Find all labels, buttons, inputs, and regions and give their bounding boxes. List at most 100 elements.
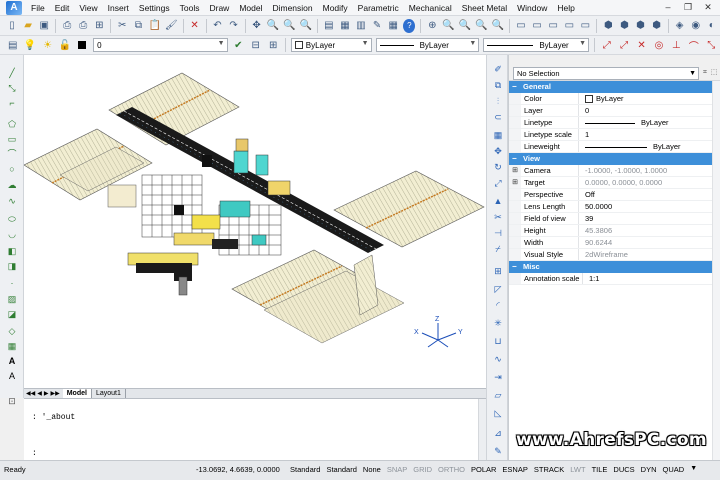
layer-color-icon[interactable] xyxy=(76,38,89,52)
extend-icon[interactable]: ⊣ xyxy=(491,227,505,239)
construction-line-icon[interactable]: ⤡ xyxy=(5,82,19,94)
view-left-icon[interactable]: ▭ xyxy=(547,19,559,33)
strack-toggle[interactable]: STRACK xyxy=(534,465,564,474)
copy-object-icon[interactable]: ⧉ xyxy=(491,79,505,91)
array-icon[interactable]: ▦ xyxy=(491,129,505,141)
tool-palettes-icon[interactable]: ▥ xyxy=(355,19,367,33)
prop-row-height[interactable]: Height 45.3806 xyxy=(509,225,720,237)
ellipse-arc-icon[interactable]: ◡ xyxy=(5,228,19,240)
iso-view-icon[interactable]: ⬢ xyxy=(602,19,614,33)
design-center-icon[interactable]: ▦ xyxy=(339,19,351,33)
prop-row-visual-style[interactable]: Visual Style 2dWireframe xyxy=(509,249,720,261)
copy-icon[interactable]: ⧉ xyxy=(132,19,144,33)
menu-help[interactable]: Help xyxy=(552,0,579,16)
break-icon[interactable]: ⌿ xyxy=(491,243,505,255)
prop-row-lens-length[interactable]: Lens Length 50.0000 xyxy=(509,201,720,213)
zoom-previous-icon[interactable]: 🔍 xyxy=(299,19,311,33)
iso-view-2-icon[interactable]: ⬢ xyxy=(618,19,630,33)
prop-row-layer[interactable]: Layer 0 xyxy=(509,105,720,117)
collapse-icon[interactable]: − xyxy=(512,261,517,273)
explode-icon[interactable]: ✳ xyxy=(491,317,505,329)
layer-on-icon[interactable]: 💡 xyxy=(23,38,36,52)
text-icon[interactable]: A xyxy=(5,370,19,382)
erase-icon[interactable]: ✐ xyxy=(491,63,505,75)
menu-draw[interactable]: Draw xyxy=(204,0,234,16)
polygon-icon[interactable]: ⬠ xyxy=(5,118,19,130)
view-top-icon[interactable]: ▭ xyxy=(579,19,591,33)
close-icon[interactable]: ✕ xyxy=(700,1,716,14)
menu-sheet-metal[interactable]: Sheet Metal xyxy=(457,0,512,16)
pencil-icon[interactable]: ✎ xyxy=(491,445,505,457)
move-icon[interactable]: ✥ xyxy=(491,145,505,157)
iso-view-4-icon[interactable]: ⬢ xyxy=(651,19,663,33)
new-file-icon[interactable]: ▯ xyxy=(6,19,18,33)
layer-states-icon[interactable]: ⊞ xyxy=(266,38,279,52)
esnap-toggle[interactable]: ESNAP xyxy=(502,465,527,474)
ortho-toggle[interactable]: ORTHO xyxy=(438,465,465,474)
menu-view[interactable]: View xyxy=(74,0,102,16)
mtext-icon[interactable]: A xyxy=(5,355,19,367)
arc-icon[interactable]: ⌒ xyxy=(5,148,19,160)
tab-model[interactable]: Model xyxy=(62,388,92,399)
osnap-endpoint-icon[interactable]: ⤢ xyxy=(600,38,613,52)
section-icon[interactable]: ◺ xyxy=(491,407,505,419)
save-icon[interactable]: ▣ xyxy=(38,19,50,33)
prop-value[interactable]: ByLayer xyxy=(579,93,720,104)
rotate-icon[interactable]: ↻ xyxy=(491,161,505,173)
app-logo-icon[interactable]: A xyxy=(6,0,22,15)
gradient-icon[interactable]: ◪ xyxy=(5,308,19,320)
last-tab-icon[interactable]: ▶▶ xyxy=(50,390,59,397)
menu-model[interactable]: Model xyxy=(234,0,267,16)
menu-dimension[interactable]: Dimension xyxy=(267,0,317,16)
circle-icon[interactable]: ○ xyxy=(5,163,19,175)
category-view[interactable]: − View xyxy=(509,153,720,165)
properties-scrollbar[interactable] xyxy=(712,81,720,460)
menu-settings[interactable]: Settings xyxy=(134,0,175,16)
join-icon[interactable]: ⊞ xyxy=(491,265,505,277)
grid-toggle[interactable]: GRID xyxy=(413,465,432,474)
view-right-icon[interactable]: ▭ xyxy=(563,19,575,33)
menu-window[interactable]: Window xyxy=(512,0,552,16)
make-current-layer-icon[interactable]: ✔ xyxy=(232,38,245,52)
ducs-toggle[interactable]: DUCS xyxy=(613,465,634,474)
offset-icon[interactable]: ⊂ xyxy=(491,111,505,123)
lineweight-dropdown[interactable]: ByLayer ▼ xyxy=(483,38,590,52)
camera-icon[interactable]: ◉ xyxy=(690,19,702,33)
menu-parametric[interactable]: Parametric xyxy=(353,0,404,16)
open-folder-icon[interactable]: ▰ xyxy=(22,19,34,33)
cut-icon[interactable]: ✂ xyxy=(116,19,128,33)
edit-spline-icon[interactable]: ∿ xyxy=(491,353,505,365)
align-icon[interactable]: ⇥ xyxy=(491,371,505,383)
layer-manager-icon[interactable]: ▤ xyxy=(6,38,19,52)
prop-row-camera[interactable]: ⊞ Camera -1.0000, -1.0000, 1.0000 xyxy=(509,165,720,177)
first-tab-icon[interactable]: ◀◀ xyxy=(26,390,35,397)
dyn-toggle[interactable]: DYN xyxy=(641,465,657,474)
tile-toggle[interactable]: TILE xyxy=(592,465,608,474)
osnap-perpendicular-icon[interactable]: ⊥ xyxy=(670,38,683,52)
prop-value[interactable]: 39 xyxy=(579,213,720,224)
lwt-toggle[interactable]: LWT xyxy=(570,465,585,474)
osnap-center-icon[interactable]: ◎ xyxy=(652,38,665,52)
tab-layout1[interactable]: Layout1 xyxy=(92,388,126,399)
status-menu-icon[interactable]: ▼ xyxy=(690,465,697,474)
expand-icon[interactable]: ⊞ xyxy=(509,177,521,188)
prop-row-target[interactable]: ⊞ Target 0.0000, 0.0000, 0.0000 xyxy=(509,177,720,189)
plot-icon[interactable]: ⊞ xyxy=(93,19,105,33)
command-scrollbar[interactable] xyxy=(478,399,486,461)
rectangle-icon[interactable]: ▭ xyxy=(5,133,19,145)
measure-icon[interactable]: ⊿ xyxy=(491,427,505,439)
linetype-dropdown[interactable]: ByLayer ▼ xyxy=(375,38,480,52)
osnap-nearest-icon[interactable]: ⤡ xyxy=(705,38,718,52)
menu-mechanical[interactable]: Mechanical xyxy=(404,0,457,16)
help-icon[interactable]: ? xyxy=(403,18,416,33)
layer-previous-icon[interactable]: ⊟ xyxy=(249,38,262,52)
restore-icon[interactable]: ❐ xyxy=(680,1,696,14)
view-front-icon[interactable]: ▭ xyxy=(515,19,527,33)
prop-value[interactable]: 0 xyxy=(579,105,720,116)
drawing-canvas[interactable]: Z X Y xyxy=(24,55,486,388)
quad-toggle[interactable]: QUAD xyxy=(663,465,685,474)
prop-row-linetype[interactable]: Linetype ByLayer xyxy=(509,117,720,129)
mirror-icon[interactable]: ⫶ xyxy=(491,95,505,107)
line-icon[interactable]: ╱ xyxy=(5,67,19,79)
quick-select-icon[interactable]: ⌗ xyxy=(701,67,709,79)
